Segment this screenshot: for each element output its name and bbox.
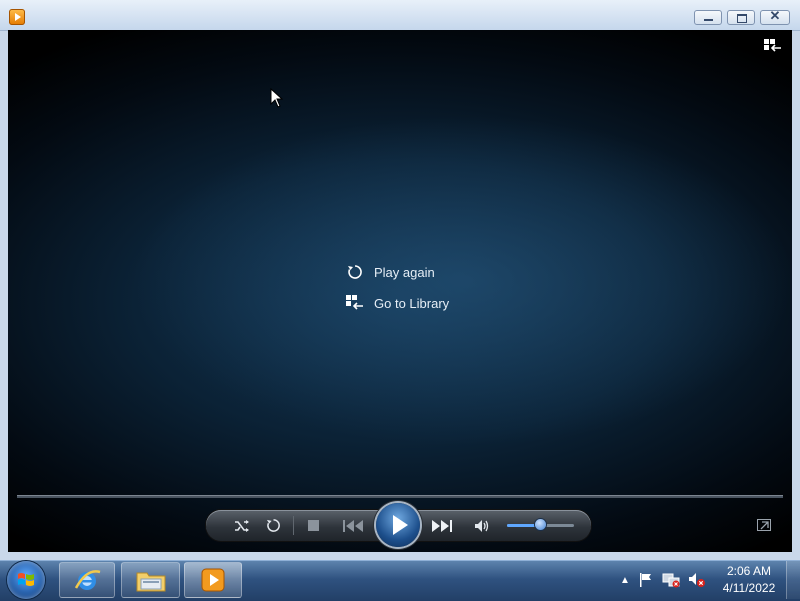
- previous-icon: [343, 519, 363, 532]
- clock-time: 2:06 AM: [726, 564, 772, 578]
- taskbar-windows-media-player[interactable]: [184, 562, 242, 598]
- go-to-library-link[interactable]: Go to Library: [346, 294, 449, 312]
- stop-button[interactable]: [304, 510, 322, 541]
- action-center-flag-icon[interactable]: [638, 572, 654, 588]
- network-icon[interactable]: [662, 572, 680, 588]
- switch-to-library-icon[interactable]: [764, 39, 782, 53]
- speaker-icon: [475, 519, 489, 532]
- maximize-button[interactable]: [727, 10, 755, 25]
- internet-explorer-icon: [74, 570, 101, 590]
- play-button[interactable]: [376, 503, 420, 547]
- taskbar-internet-explorer[interactable]: [59, 562, 115, 598]
- next-icon: [432, 519, 452, 532]
- clock[interactable]: 2:06 AM 4/11/2022: [714, 563, 784, 597]
- show-hidden-icons-icon[interactable]: ▲: [620, 575, 630, 586]
- mute-button[interactable]: [472, 510, 492, 541]
- media-player-icon: [201, 568, 225, 592]
- play-again-label: Play again: [374, 264, 435, 280]
- media-player-icon[interactable]: [9, 9, 25, 25]
- library-icon: [346, 294, 364, 312]
- title-bar[interactable]: ✕: [0, 0, 800, 31]
- taskbar-windows-explorer[interactable]: [121, 562, 180, 598]
- minimize-button[interactable]: [694, 10, 722, 25]
- go-to-library-label: Go to Library: [374, 295, 450, 311]
- system-tray: ▲: [620, 560, 706, 600]
- mouse-cursor-icon: [270, 88, 284, 108]
- divider: [293, 516, 294, 535]
- fullscreen-icon[interactable]: [757, 519, 771, 531]
- video-area[interactable]: [8, 30, 792, 552]
- close-button[interactable]: ✕: [760, 8, 790, 25]
- volume-thumb[interactable]: [535, 519, 546, 530]
- stop-icon: [307, 520, 319, 531]
- windows-logo-icon: [18, 573, 34, 586]
- play-again-link[interactable]: Play again: [346, 263, 435, 281]
- repeat-button[interactable]: [263, 510, 283, 541]
- replay-icon: [346, 263, 364, 281]
- seek-bar[interactable]: [17, 495, 783, 498]
- media-player-window: ✕ Play again Go to Library: [0, 0, 800, 560]
- folder-icon: [136, 572, 165, 592]
- shuffle-icon: [235, 519, 249, 532]
- shuffle-button[interactable]: [232, 510, 252, 541]
- start-button[interactable]: [7, 561, 45, 599]
- next-button[interactable]: [427, 510, 457, 541]
- close-icon: ✕: [769, 8, 781, 23]
- volume-muted-icon[interactable]: [688, 572, 706, 588]
- repeat-icon: [266, 519, 280, 532]
- show-desktop-button[interactable]: [786, 561, 800, 599]
- previous-button[interactable]: [339, 510, 369, 541]
- clock-date: 4/11/2022: [722, 581, 776, 595]
